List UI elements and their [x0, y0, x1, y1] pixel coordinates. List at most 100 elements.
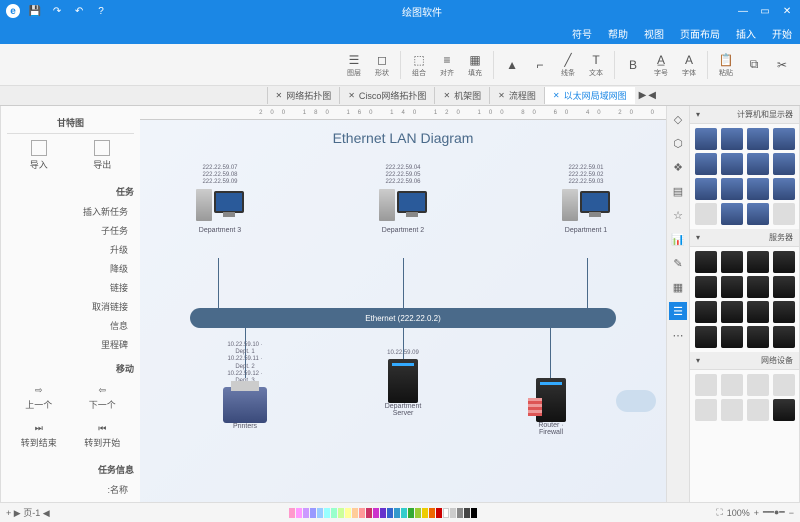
- node-dept2[interactable]: 222.22.59.04222.22.59.05222.22.59.06 Dep…: [373, 165, 433, 234]
- shape-camera[interactable]: [747, 399, 769, 421]
- shape-pc[interactable]: [747, 153, 769, 175]
- tool-stats[interactable]: 📊: [669, 230, 687, 248]
- shape-tablet[interactable]: [695, 153, 717, 175]
- tool-select[interactable]: ◇: [669, 110, 687, 128]
- lib-section-computers[interactable]: 计算机和显示器▾: [690, 106, 799, 124]
- group-btn[interactable]: ⬚组合: [407, 49, 431, 81]
- next-btn[interactable]: ⇦下一个: [89, 385, 116, 411]
- doc-tab[interactable]: Cisco网络拓扑图✕: [339, 87, 434, 104]
- info[interactable]: 信息: [7, 316, 134, 335]
- copy-btn[interactable]: ⧉: [742, 49, 766, 81]
- shape-btn[interactable]: ◻形状: [370, 49, 394, 81]
- node-router[interactable]: Router · Firewall: [526, 378, 576, 436]
- fit-icon[interactable]: ⛶: [716, 507, 722, 518]
- milestone[interactable]: 里程碑: [7, 335, 134, 354]
- zoom-out[interactable]: −: [789, 508, 794, 518]
- size-btn[interactable]: A̲字号: [649, 49, 673, 81]
- tab-close-icon[interactable]: ✕: [553, 91, 560, 100]
- menu-view[interactable]: 视图: [644, 26, 664, 41]
- line-btn[interactable]: ╱线条: [556, 49, 580, 81]
- shape-server[interactable]: [695, 326, 717, 348]
- tab-prev[interactable]: ◀: [648, 90, 656, 101]
- menu-start[interactable]: 开始: [772, 26, 792, 41]
- shape-rack[interactable]: [721, 251, 743, 273]
- shape-projector[interactable]: [721, 374, 743, 396]
- shape-laptop[interactable]: [721, 203, 743, 225]
- bold-btn[interactable]: B: [621, 49, 645, 81]
- shape-switch[interactable]: [747, 374, 769, 396]
- shape-laptop[interactable]: [721, 178, 743, 200]
- tool-icon[interactable]: ☆: [669, 206, 687, 224]
- zoom-slider[interactable]: ━●━━: [763, 507, 785, 518]
- ethernet-bus[interactable]: Ethernet (222.22.0.2): [190, 308, 616, 328]
- shape-monitor[interactable]: [695, 178, 717, 200]
- shape-router[interactable]: [773, 374, 795, 396]
- connector-btn[interactable]: ⌐: [528, 49, 552, 81]
- doc-tab[interactable]: 网络拓扑图✕: [267, 87, 340, 104]
- shape-headset[interactable]: [721, 399, 743, 421]
- redo-icon[interactable]: ↷: [50, 4, 64, 18]
- tool-chart[interactable]: ▤: [669, 182, 687, 200]
- shape-hub[interactable]: [695, 374, 717, 396]
- shape-screen[interactable]: [747, 203, 769, 225]
- shape-server[interactable]: [747, 301, 769, 323]
- menu-help[interactable]: 帮助: [608, 26, 628, 41]
- shape-server[interactable]: [747, 276, 769, 298]
- min-btn[interactable]: —: [736, 4, 750, 18]
- tool-gantt[interactable]: ☰: [669, 302, 687, 320]
- insert-task[interactable]: 插入新任务: [7, 202, 134, 221]
- color-palette[interactable]: [289, 508, 477, 518]
- doc-tab[interactable]: 以太网局域网图✕: [544, 87, 635, 104]
- shape-pda[interactable]: [773, 203, 795, 225]
- node-printers[interactable]: 10.22.59.10 · Dept. 110.22.59.11 · Dept.…: [220, 342, 270, 430]
- shape-server[interactable]: [721, 301, 743, 323]
- node-dept1[interactable]: 222.22.59.01222.22.59.02222.22.59.03 Dep…: [556, 165, 616, 234]
- export-btn[interactable]: 导出: [93, 140, 111, 171]
- shape-pc[interactable]: [773, 128, 795, 150]
- promote[interactable]: 升级: [7, 240, 134, 259]
- doc-tab[interactable]: 机架图✕: [434, 87, 489, 104]
- shape-workstation[interactable]: [773, 153, 795, 175]
- node-dept3[interactable]: 222.22.59.07222.22.59.08222.22.59.09 Dep…: [190, 165, 250, 234]
- goto-start[interactable]: ⏮转到开始: [84, 423, 120, 449]
- goto-end[interactable]: ⏭转到结束: [21, 423, 57, 449]
- demote[interactable]: 降级: [7, 259, 134, 278]
- zoom-in[interactable]: +: [754, 508, 759, 518]
- page-tabs[interactable]: ◀ 页-1 ▶ +: [6, 506, 50, 519]
- tool-clip[interactable]: ✎: [669, 254, 687, 272]
- close-btn[interactable]: ✕: [780, 4, 794, 18]
- tool-shapes[interactable]: ⬡: [669, 134, 687, 152]
- shape-tower[interactable]: [773, 301, 795, 323]
- menu-insert[interactable]: 插入: [736, 26, 756, 41]
- tab-close-icon[interactable]: ✕: [498, 91, 505, 100]
- text-btn[interactable]: T文本: [584, 49, 608, 81]
- shape-server[interactable]: [773, 276, 795, 298]
- align-btn[interactable]: ≡对齐: [435, 49, 459, 81]
- menu-layout[interactable]: 页面布局: [680, 26, 720, 41]
- link[interactable]: 链接: [7, 278, 134, 297]
- tab-next[interactable]: ▶: [639, 90, 647, 101]
- tool-table[interactable]: ▦: [669, 278, 687, 296]
- shape-server[interactable]: [695, 276, 717, 298]
- font-btn[interactable]: A字体: [677, 49, 701, 81]
- canvas-area[interactable]: 0 20 40 60 80 100 120 140 160 180 200 Et…: [140, 106, 666, 502]
- shape-nas[interactable]: [695, 301, 717, 323]
- shape-server[interactable]: [747, 326, 769, 348]
- help-icon[interactable]: ?: [94, 4, 108, 18]
- shape-laptop[interactable]: [695, 128, 717, 150]
- fill-btn[interactable]: ▦填充: [463, 49, 487, 81]
- shape-imac[interactable]: [721, 153, 743, 175]
- lib-section-servers[interactable]: 服务器▾: [690, 229, 799, 247]
- shape-pc[interactable]: [747, 128, 769, 150]
- import-btn[interactable]: 导入: [30, 140, 48, 171]
- doc-tab[interactable]: 流程图✕: [489, 87, 544, 104]
- tab-close-icon[interactable]: ✕: [276, 91, 283, 100]
- shape-server[interactable]: [695, 251, 717, 273]
- shape-pc[interactable]: [773, 178, 795, 200]
- max-btn[interactable]: ▭: [758, 4, 772, 18]
- shape-monitor[interactable]: [721, 128, 743, 150]
- node-server[interactable]: 10.22.59.09 Department Server: [378, 350, 428, 417]
- save-icon[interactable]: 💾: [28, 4, 42, 18]
- shape-server[interactable]: [747, 251, 769, 273]
- shape-server[interactable]: [721, 276, 743, 298]
